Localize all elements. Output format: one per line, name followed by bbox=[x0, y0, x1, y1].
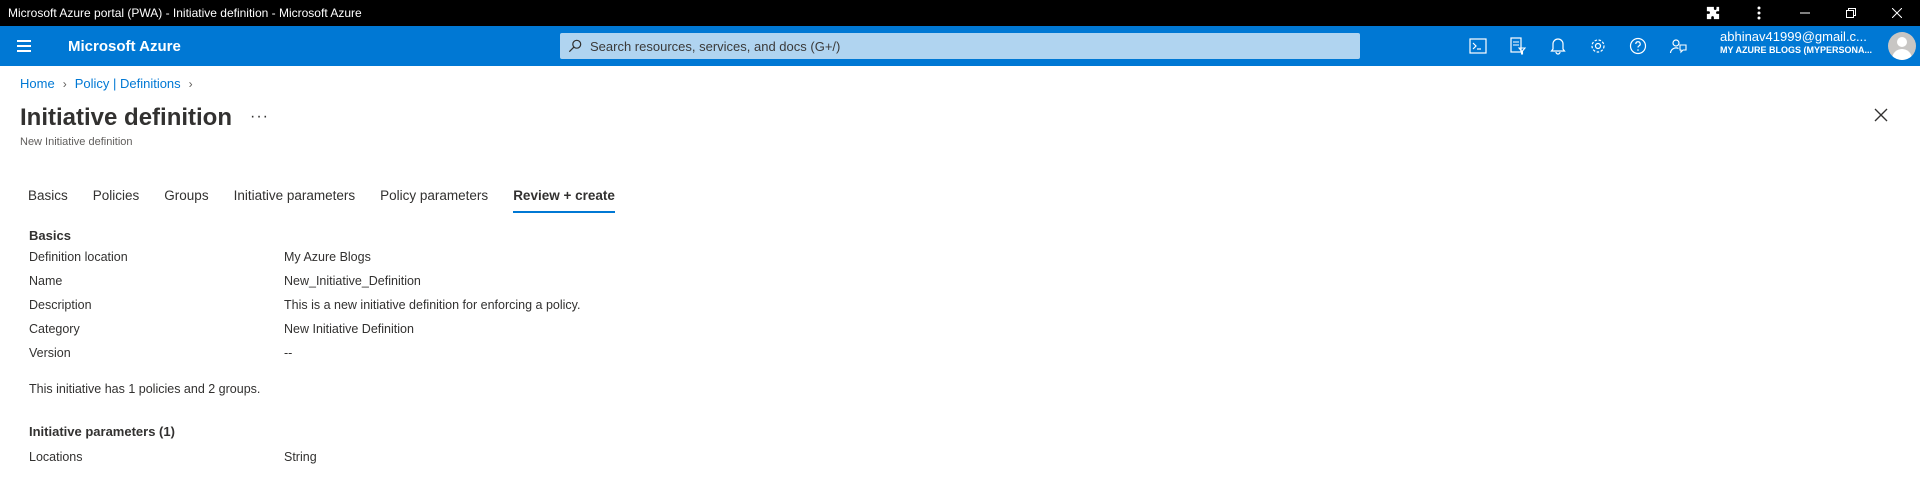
row-label: Category bbox=[29, 322, 80, 336]
window-titlebar: Microsoft Azure portal (PWA) - Initiativ… bbox=[0, 0, 1920, 26]
account-info[interactable]: abhinav41999@gmail.c... MY AZURE BLOGS (… bbox=[1720, 30, 1880, 55]
account-directory: MY AZURE BLOGS (MYPERSONA... bbox=[1720, 44, 1873, 55]
search-input[interactable] bbox=[590, 38, 1360, 54]
help-icon[interactable] bbox=[1618, 26, 1658, 66]
page-subtitle: New Initiative definition bbox=[20, 136, 133, 148]
search-icon bbox=[568, 39, 582, 53]
breadcrumb-home[interactable]: Home bbox=[20, 76, 55, 91]
notifications-icon[interactable] bbox=[1538, 26, 1578, 66]
more-options-icon[interactable] bbox=[1736, 0, 1782, 26]
directory-filter-icon[interactable] bbox=[1498, 26, 1538, 66]
tab-policy-parameters[interactable]: Policy parameters bbox=[380, 186, 488, 213]
row-value: My Azure Blogs bbox=[284, 250, 371, 264]
breadcrumb-policy-definitions[interactable]: Policy | Definitions bbox=[75, 76, 181, 91]
tab-policies[interactable]: Policies bbox=[93, 186, 140, 213]
row-value: -- bbox=[284, 346, 293, 360]
breadcrumb: Home › Policy | Definitions › bbox=[20, 76, 193, 91]
settings-icon[interactable] bbox=[1578, 26, 1618, 66]
row-value: String bbox=[284, 450, 317, 464]
extensions-icon[interactable] bbox=[1690, 0, 1736, 26]
basics-heading: Basics bbox=[29, 228, 71, 243]
restore-button[interactable] bbox=[1828, 0, 1874, 26]
review-row: Locations String bbox=[29, 450, 317, 464]
review-row: Name New_Initiative_Definition bbox=[29, 274, 421, 288]
review-row: Category New Initiative Definition bbox=[29, 322, 414, 336]
portal-brand[interactable]: Microsoft Azure bbox=[68, 38, 568, 55]
feedback-icon[interactable] bbox=[1658, 26, 1698, 66]
row-label: Name bbox=[29, 274, 63, 288]
tab-basics[interactable]: Basics bbox=[28, 186, 68, 213]
row-label: Description bbox=[29, 298, 92, 312]
tab-groups[interactable]: Groups bbox=[164, 186, 208, 213]
review-row: Version -- bbox=[29, 346, 292, 360]
global-search[interactable] bbox=[560, 33, 1360, 59]
page-title: Initiative definition bbox=[20, 104, 233, 131]
close-icon[interactable] bbox=[1874, 108, 1894, 128]
avatar[interactable] bbox=[1888, 32, 1916, 60]
window-title: Microsoft Azure portal (PWA) - Initiativ… bbox=[8, 6, 362, 20]
summary-note: This initiative has 1 policies and 2 gro… bbox=[29, 382, 261, 396]
cloud-shell-icon[interactable] bbox=[1458, 26, 1498, 66]
close-window-button[interactable] bbox=[1874, 0, 1920, 26]
review-row: Definition location My Azure Blogs bbox=[29, 250, 371, 264]
minimize-button[interactable] bbox=[1782, 0, 1828, 26]
wizard-tabs: Basics Policies Groups Initiative parame… bbox=[28, 186, 640, 213]
row-value: New_Initiative_Definition bbox=[284, 274, 421, 288]
row-value: New Initiative Definition bbox=[284, 322, 414, 336]
row-label: Locations bbox=[29, 450, 83, 464]
review-row: Description This is a new initiative def… bbox=[29, 298, 580, 312]
account-email: abhinav41999@gmail.c... bbox=[1720, 30, 1867, 44]
tab-review-create[interactable]: Review + create bbox=[513, 186, 615, 213]
tab-initiative-parameters[interactable]: Initiative parameters bbox=[234, 186, 356, 213]
topbar-icons bbox=[1458, 26, 1698, 66]
row-value: This is a new initiative definition for … bbox=[284, 298, 581, 312]
portal-topbar: Microsoft Azure abhinav41999@gmail.c... … bbox=[0, 26, 1920, 66]
more-actions-button[interactable]: ··· bbox=[250, 108, 269, 126]
chevron-right-icon: › bbox=[188, 76, 193, 91]
initiative-parameters-heading: Initiative parameters (1) bbox=[29, 424, 175, 439]
row-label: Definition location bbox=[29, 250, 128, 264]
portal-menu-button[interactable] bbox=[0, 26, 48, 66]
chevron-right-icon: › bbox=[62, 76, 67, 91]
row-label: Version bbox=[29, 346, 71, 360]
